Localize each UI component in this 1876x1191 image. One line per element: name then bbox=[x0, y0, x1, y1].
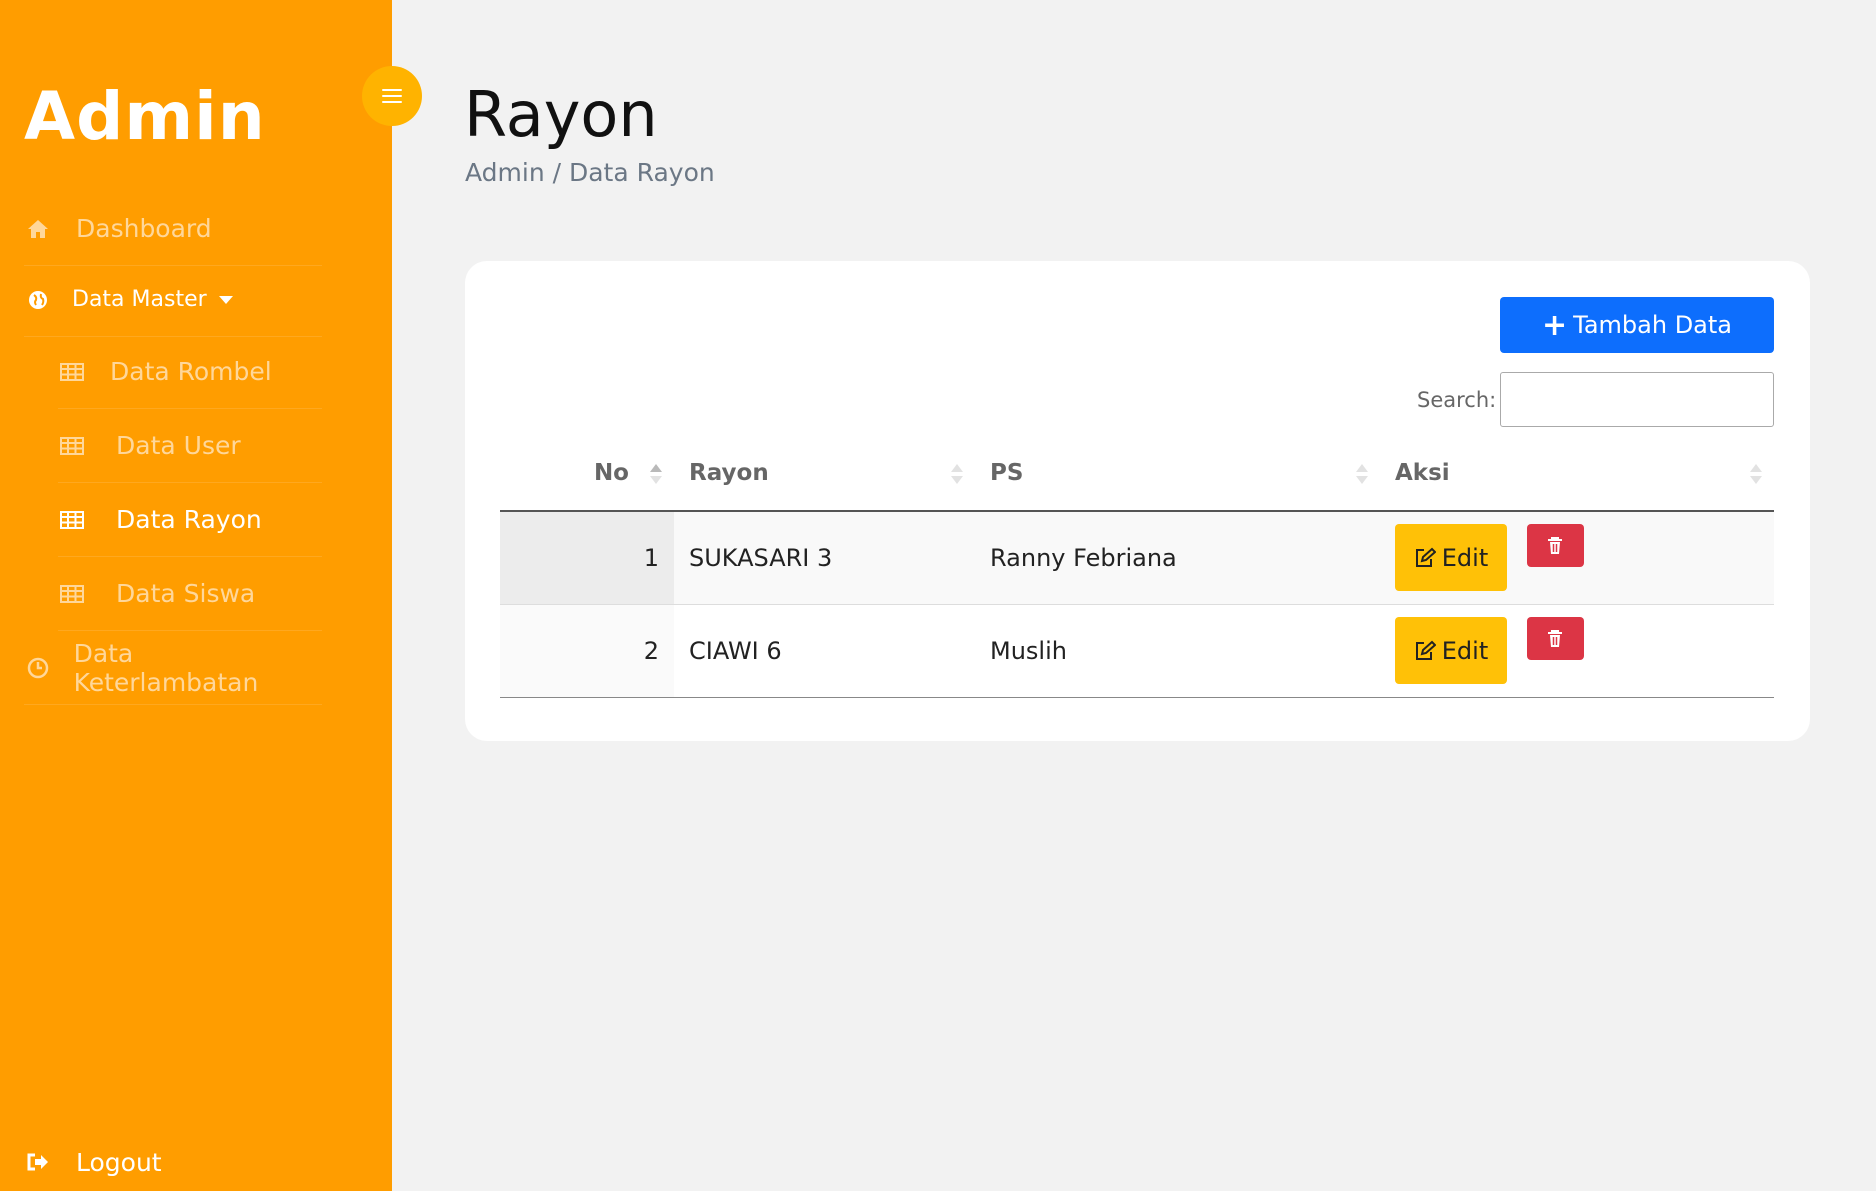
sidebar-item-data-siswa[interactable]: Data Siswa bbox=[58, 557, 322, 631]
cell-no: 1 bbox=[500, 511, 674, 605]
data-card: + Tambah Data Search: No Rayon PS Aksi 1… bbox=[465, 261, 1810, 741]
table-icon bbox=[58, 506, 86, 534]
table-icon bbox=[58, 580, 86, 608]
table-row: 1 SUKASARI 3 Ranny Febriana Edit bbox=[500, 511, 1774, 605]
cell-ps: Muslih bbox=[975, 604, 1380, 698]
trash-icon bbox=[1548, 536, 1563, 554]
sort-icon bbox=[1750, 464, 1762, 484]
search-label: Search: bbox=[1417, 388, 1497, 412]
sidebar-item-data-master[interactable]: Data Master bbox=[24, 263, 322, 337]
sidebar-item-label: Logout bbox=[76, 1147, 162, 1177]
cell-no: 2 bbox=[500, 604, 674, 698]
table-icon bbox=[58, 358, 86, 386]
edit-icon bbox=[1415, 640, 1436, 660]
sidebar-item-label: Data Rombel bbox=[110, 357, 272, 386]
sidebar-item-label: Data Rayon bbox=[116, 505, 262, 534]
sort-icon bbox=[1356, 464, 1368, 484]
edit-button[interactable]: Edit bbox=[1395, 524, 1507, 592]
menu-toggle-button[interactable] bbox=[362, 66, 422, 126]
sidebar-item-dashboard[interactable]: Dashboard bbox=[24, 192, 322, 266]
sidebar-item-label: Data Master bbox=[72, 287, 207, 312]
brand-title: Admin bbox=[24, 78, 266, 155]
cell-rayon: SUKASARI 3 bbox=[674, 511, 975, 605]
edit-button[interactable]: Edit bbox=[1395, 617, 1507, 684]
column-header-aksi[interactable]: Aksi bbox=[1380, 436, 1774, 512]
trash-icon bbox=[1548, 629, 1563, 647]
sidebar-item-label: Data Siswa bbox=[116, 579, 256, 608]
edit-icon bbox=[1415, 547, 1436, 567]
column-header-no[interactable]: No bbox=[500, 436, 674, 512]
cell-aksi: Edit bbox=[1380, 604, 1774, 698]
rayon-table: No Rayon PS Aksi 1 SUKASARI 3 Ranny Febr… bbox=[500, 436, 1774, 698]
sidebar-item-logout[interactable]: Logout bbox=[24, 1125, 322, 1191]
sidebar-item-data-user[interactable]: Data User bbox=[58, 409, 322, 483]
column-header-ps[interactable]: PS bbox=[975, 436, 1380, 512]
sidebar-item-label: Dashboard bbox=[76, 214, 212, 243]
table-icon bbox=[58, 432, 86, 460]
delete-button[interactable] bbox=[1526, 617, 1584, 660]
delete-button[interactable] bbox=[1526, 524, 1584, 568]
sort-icon bbox=[650, 464, 662, 484]
breadcrumb: Admin / Data Rayon bbox=[465, 158, 715, 187]
column-header-rayon[interactable]: Rayon bbox=[674, 436, 975, 512]
cell-rayon: CIAWI 6 bbox=[674, 604, 975, 698]
sidebar: Admin Dashboard Data Master Data Rombel … bbox=[0, 0, 392, 1191]
plus-icon: + bbox=[1542, 307, 1568, 343]
sidebar-item-label: Data User bbox=[116, 431, 241, 460]
table-row: 2 CIAWI 6 Muslih Edit bbox=[500, 604, 1774, 698]
sidebar-item-data-rayon[interactable]: Data Rayon bbox=[58, 483, 322, 557]
cell-ps: Ranny Febriana bbox=[975, 511, 1380, 605]
search-input[interactable] bbox=[1500, 372, 1774, 427]
table-header-row: No Rayon PS Aksi bbox=[500, 436, 1774, 512]
sort-icon bbox=[951, 464, 963, 484]
cell-aksi: Edit bbox=[1380, 511, 1774, 605]
sign-out-icon bbox=[24, 1148, 52, 1176]
page-title: Rayon bbox=[464, 78, 658, 151]
menu-icon bbox=[382, 89, 402, 91]
sidebar-item-data-keterlambatan[interactable]: Data Keterlambatan bbox=[24, 631, 322, 705]
home-icon bbox=[24, 215, 52, 243]
sidebar-item-label: Data Keterlambatan bbox=[73, 638, 259, 697]
caret-down-icon bbox=[218, 295, 233, 304]
add-data-label: Tambah Data bbox=[1573, 311, 1732, 339]
globe-icon bbox=[24, 286, 52, 314]
sidebar-item-data-rombel[interactable]: Data Rombel bbox=[58, 335, 322, 409]
add-data-button[interactable]: + Tambah Data bbox=[1500, 297, 1774, 353]
clock-icon bbox=[24, 654, 52, 682]
